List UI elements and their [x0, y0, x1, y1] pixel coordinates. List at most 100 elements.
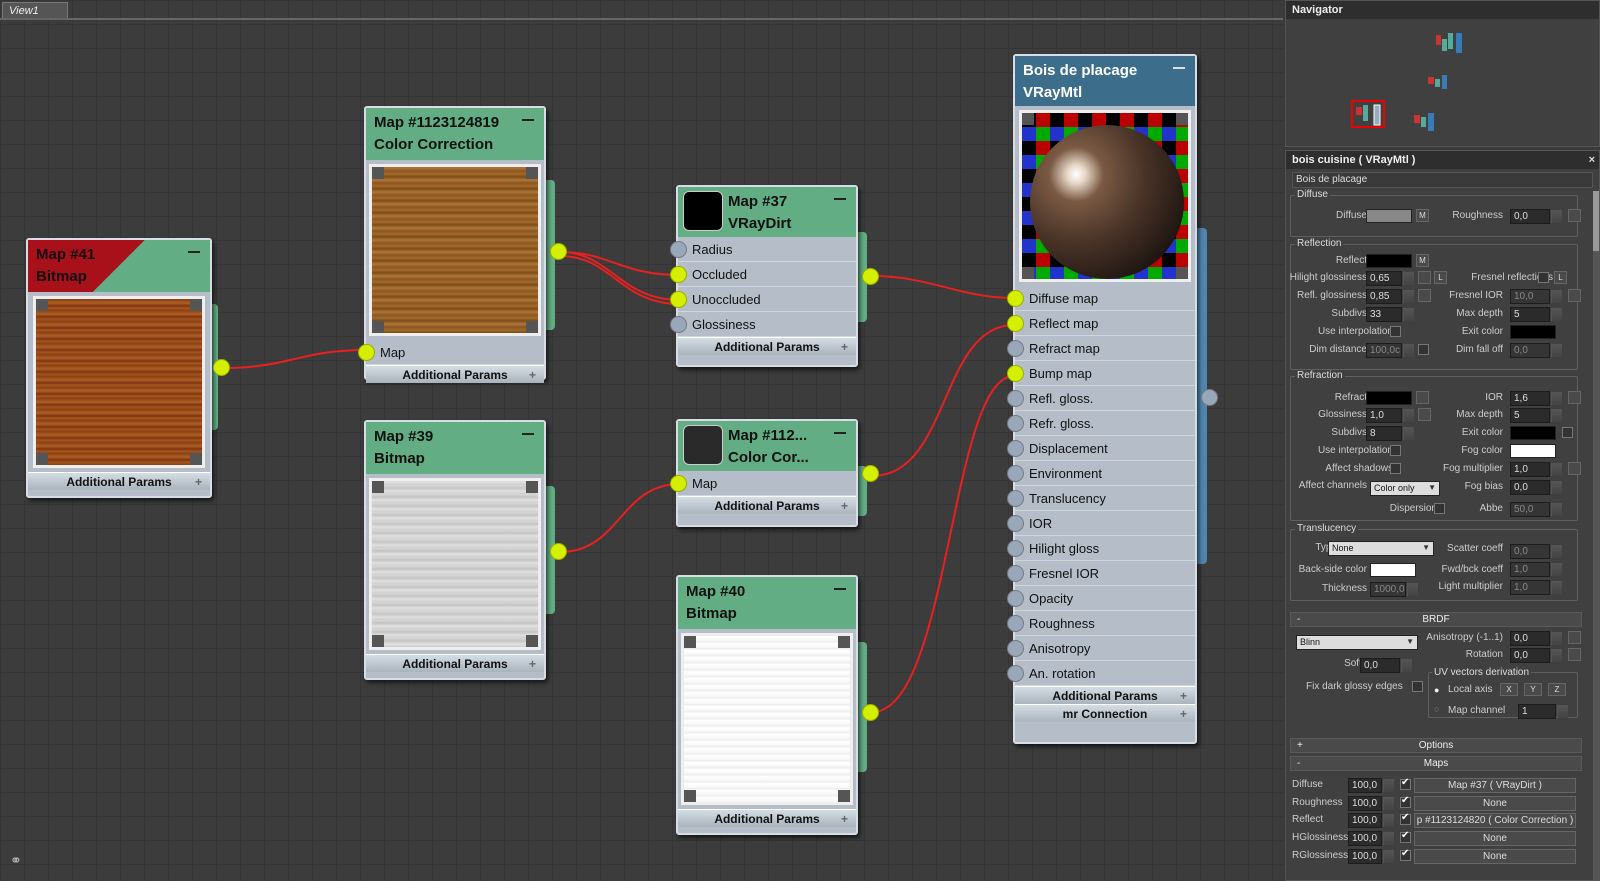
input-port-map[interactable]: Map — [358, 340, 544, 365]
anisotropy-spinner[interactable]: 0,0 — [1510, 631, 1562, 646]
input-socket[interactable] — [1007, 565, 1024, 582]
max-depth-spinner[interactable]: 5 — [1510, 307, 1562, 322]
input-socket[interactable] — [1007, 315, 1024, 332]
input-socket[interactable] — [1007, 290, 1024, 307]
map-row[interactable]: Diffuse 100,0 Map #37 ( VRayDirt ) — [1286, 777, 1586, 796]
node-map39[interactable]: Map #39 Bitmap Additional Params + — [364, 420, 546, 680]
rotation-spinner[interactable]: 0,0 — [1510, 648, 1562, 663]
exit-color-swatch[interactable] — [1510, 325, 1556, 339]
map-slot-button[interactable]: Map #37 ( VRayDirt ) — [1414, 778, 1576, 793]
input-socket[interactable] — [1007, 490, 1024, 507]
input-socket[interactable] — [670, 266, 687, 283]
fresnel-ior-map-button[interactable] — [1568, 289, 1581, 302]
output-socket[interactable] — [862, 704, 879, 721]
fresnel-ior-spinner[interactable]: 10,0 — [1510, 289, 1562, 304]
refr-max-depth-spinner[interactable]: 5 — [1510, 408, 1562, 423]
fresnel-reflections-checkbox[interactable] — [1538, 272, 1549, 283]
map-row[interactable]: HGlossiness 100,0 None — [1286, 830, 1586, 849]
reflect-color-swatch[interactable] — [1366, 254, 1412, 268]
refr-exit-color-swatch[interactable] — [1510, 426, 1556, 440]
node-color-correction-2[interactable]: Map #112... Color Cor... Map Additional … — [670, 419, 858, 527]
input-socket[interactable] — [670, 316, 687, 333]
node-header[interactable]: Map #112... Color Cor... — [678, 421, 856, 471]
map-enable-checkbox[interactable] — [1400, 848, 1411, 861]
axis-y-button[interactable]: Y — [1524, 683, 1542, 696]
map-enable-checkbox[interactable] — [1400, 812, 1411, 825]
rotation-map-button[interactable] — [1568, 648, 1581, 661]
glossiness-spinner[interactable]: 1,0 — [1366, 408, 1414, 423]
map-channel-radio[interactable]: ○ — [1434, 704, 1439, 714]
input-port-displacement[interactable]: Displacement — [1007, 436, 1195, 461]
node-view[interactable]: View1 Map #41 Bitmap Additional Params +… — [0, 0, 1283, 881]
dim-distance-spinner[interactable]: 100,0c — [1366, 343, 1414, 358]
scrollbar[interactable] — [1593, 191, 1599, 881]
dim-falloff-spinner[interactable]: 0,0 — [1510, 343, 1562, 358]
input-socket[interactable] — [670, 475, 687, 492]
material-name-field[interactable]: Bois de placage — [1292, 172, 1593, 188]
input-socket[interactable] — [1007, 365, 1024, 382]
fresnel-lock-button[interactable]: L — [1554, 271, 1567, 284]
refr-exit-color-checkbox[interactable] — [1562, 427, 1573, 438]
fog-multiplier-spinner[interactable]: 1,0 — [1510, 462, 1562, 477]
input-socket[interactable] — [1007, 590, 1024, 607]
node-header[interactable]: Map #39 Bitmap — [366, 422, 544, 474]
refract-map-button[interactable] — [1416, 391, 1429, 404]
node-header[interactable]: Map #37 VRayDirt — [678, 187, 856, 237]
node-header[interactable]: Bois de placage VRayMtl — [1015, 56, 1195, 106]
map-amount-spinner[interactable]: 100,0 — [1348, 813, 1394, 828]
input-port-refr-gloss[interactable]: Refr. gloss. — [1007, 411, 1195, 436]
minimize-icon[interactable] — [834, 198, 846, 200]
light-multiplier-spinner[interactable]: 1,0 — [1510, 580, 1562, 595]
input-port-unoccluded[interactable]: Unoccluded — [670, 287, 856, 312]
mr-connection-rollout[interactable]: mr Connection + — [1015, 704, 1195, 722]
anisotropy-map-button[interactable] — [1568, 631, 1581, 644]
minimize-icon[interactable] — [834, 588, 846, 590]
roughness-spinner[interactable]: 0,0 — [1510, 209, 1562, 224]
additional-params-rollout[interactable]: Additional Params + — [678, 337, 856, 355]
input-socket[interactable] — [1007, 615, 1024, 632]
refl-glossiness-spinner[interactable]: 0,85 — [1366, 289, 1414, 304]
input-socket[interactable] — [1007, 540, 1024, 557]
input-port-occluded[interactable]: Occluded — [670, 262, 856, 287]
abbe-spinner[interactable]: 50,0 — [1510, 502, 1562, 517]
map-amount-spinner[interactable]: 100,0 — [1348, 778, 1394, 793]
map-slot-button[interactable]: None — [1414, 831, 1576, 846]
input-port-bump[interactable]: Bump map — [1007, 361, 1195, 386]
affect-channels-dropdown[interactable]: Color only — [1370, 481, 1440, 496]
refract-color-swatch[interactable] — [1366, 391, 1412, 405]
output-socket[interactable] — [213, 359, 230, 376]
node-vraymtl[interactable]: Bois de placage VRayMtl Diffuse map Refl… — [1007, 54, 1197, 744]
input-port-refract[interactable]: Refract map — [1007, 336, 1195, 361]
map-enable-checkbox[interactable] — [1400, 777, 1411, 790]
input-socket[interactable] — [1007, 665, 1024, 682]
navigator-panel[interactable]: Navigator — [1285, 0, 1600, 147]
minimize-icon[interactable] — [1173, 67, 1185, 69]
output-socket[interactable] — [862, 465, 879, 482]
additional-params-rollout[interactable]: Additional Params + — [366, 365, 544, 383]
refr-subdivs-spinner[interactable]: 8 — [1366, 426, 1414, 441]
output-socket[interactable] — [550, 543, 567, 560]
input-port-an-rotation[interactable]: An. rotation — [1007, 661, 1195, 686]
input-port-diffuse[interactable]: Diffuse map — [1007, 286, 1195, 311]
maps-rollout[interactable]: - Maps — [1290, 756, 1582, 771]
map-amount-spinner[interactable]: 100,0 — [1348, 849, 1394, 864]
minimize-icon[interactable] — [834, 432, 846, 434]
map-amount-spinner[interactable]: 100,0 — [1348, 796, 1394, 811]
fog-multiplier-map-button[interactable] — [1568, 462, 1581, 475]
additional-params-rollout[interactable]: Additional Params + — [1015, 686, 1195, 704]
input-port-reflect[interactable]: Reflect map — [1007, 311, 1195, 336]
map-enable-checkbox[interactable] — [1400, 830, 1411, 843]
input-port-refl-gloss[interactable]: Refl. gloss. — [1007, 386, 1195, 411]
additional-params-rollout[interactable]: Additional Params + — [678, 496, 856, 514]
node-map40[interactable]: Map #40 Bitmap Additional Params + — [676, 575, 858, 835]
input-socket[interactable] — [670, 291, 687, 308]
input-socket[interactable] — [1007, 390, 1024, 407]
input-socket[interactable] — [1007, 640, 1024, 657]
refr-use-interpolation-checkbox[interactable] — [1390, 445, 1401, 456]
input-socket[interactable] — [1007, 465, 1024, 482]
reflect-map-button[interactable]: M — [1416, 254, 1429, 267]
map-enable-checkbox[interactable] — [1400, 795, 1411, 808]
node-map37-vraydirt[interactable]: Map #37 VRayDirt Radius Occluded Unocclu… — [670, 185, 858, 367]
material-properties-panel[interactable]: bois cuisine ( VRayMtl ) × Bois de placag… — [1285, 150, 1600, 881]
map-slot-button[interactable]: None — [1414, 796, 1576, 811]
